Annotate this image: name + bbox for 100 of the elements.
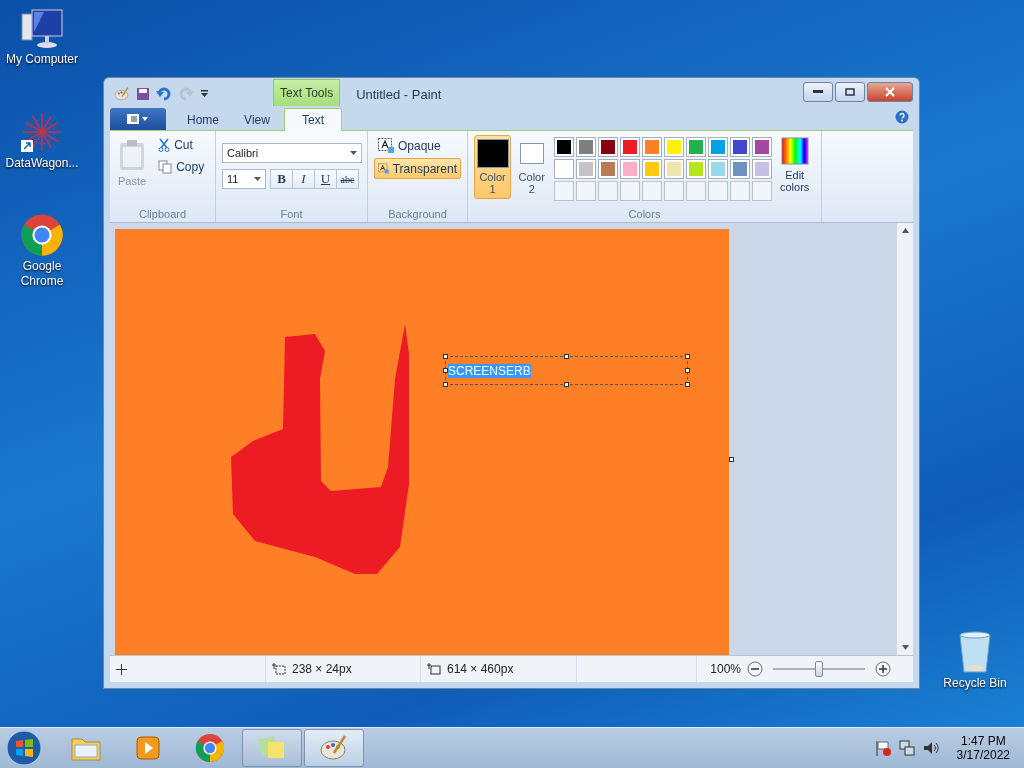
- clipboard-icon: [118, 139, 147, 171]
- zoom-level: 100%: [710, 662, 741, 676]
- resize-handle[interactable]: [729, 457, 734, 462]
- resize-handle[interactable]: [443, 354, 448, 359]
- notes-icon: [257, 735, 287, 761]
- font-size-dropdown[interactable]: 11: [222, 169, 266, 189]
- recycle-bin-icon: [957, 630, 993, 674]
- edit-colors-button[interactable]: Edit colors: [774, 135, 815, 208]
- contextual-tab-label: Text Tools: [273, 79, 341, 106]
- cut-button[interactable]: Cut: [154, 135, 209, 155]
- group-label: Colors: [628, 208, 661, 220]
- taskbar-app-button[interactable]: [242, 729, 302, 767]
- caret-icon: [350, 151, 357, 155]
- active-color-button[interactable]: Color 2: [513, 135, 551, 199]
- group-label: Font: [280, 208, 303, 220]
- clock-time[interactable]: 1:47 PM: [960, 734, 1006, 748]
- computer-icon: [20, 8, 64, 50]
- start-button[interactable]: [4, 728, 44, 768]
- clock-date[interactable]: 3/17/2022: [956, 748, 1010, 762]
- ribbon-tab[interactable]: View: [232, 108, 282, 131]
- palette-swatch[interactable]: [554, 137, 575, 157]
- palette-swatch[interactable]: [708, 159, 729, 179]
- minimize-icon: [813, 90, 823, 94]
- window-title: Untitled - Paint: [356, 86, 442, 102]
- strike-button[interactable]: abc: [336, 169, 359, 189]
- palette-swatch[interactable]: [664, 137, 685, 157]
- zoom-slider-thumb[interactable]: [815, 661, 823, 677]
- flag-icon[interactable]: [874, 740, 891, 756]
- help-icon[interactable]: [895, 110, 909, 124]
- italic-button[interactable]: I: [292, 169, 315, 189]
- chrome-icon: [195, 733, 225, 763]
- taskbar-app-button[interactable]: [304, 729, 364, 767]
- selection-size: 238 × 24px: [292, 662, 352, 676]
- font-family-dropdown[interactable]: Calibri: [222, 143, 362, 163]
- chrome-icon: [20, 213, 64, 257]
- palette-swatch[interactable]: [598, 137, 619, 157]
- palette-swatch[interactable]: [642, 137, 663, 157]
- palette-swatch[interactable]: [620, 137, 641, 157]
- desktop-icon-label[interactable]: Recycle Bin: [943, 676, 1007, 691]
- color-spectrum-icon: [780, 137, 809, 165]
- palette-swatch[interactable]: [576, 137, 597, 157]
- background-option[interactable]: Opaque: [374, 135, 461, 156]
- resize-handle[interactable]: [443, 368, 448, 373]
- scroll-down-icon[interactable]: [901, 645, 909, 650]
- palette-swatch[interactable]: [708, 137, 729, 157]
- ribbon-tab[interactable]: Home: [176, 108, 230, 131]
- resize-handle[interactable]: [443, 382, 448, 387]
- app-menu-button[interactable]: [110, 108, 166, 130]
- canvas-size-icon: [427, 663, 441, 675]
- underline-button[interactable]: U: [314, 169, 337, 189]
- palette-swatch[interactable]: [752, 159, 773, 179]
- volume-icon[interactable]: [922, 740, 939, 756]
- canvas-size: 614 × 460px: [447, 662, 514, 676]
- palette-swatch[interactable]: [752, 137, 773, 157]
- starburst-icon: [20, 110, 64, 154]
- palette-swatch[interactable]: [554, 159, 575, 179]
- caret-icon: [254, 177, 261, 181]
- text-background-icon: [378, 161, 389, 176]
- close-button[interactable]: [867, 82, 913, 102]
- palette-swatch[interactable]: [620, 159, 641, 179]
- resize-handle[interactable]: [685, 368, 690, 373]
- palette-icon: [114, 86, 130, 102]
- palette-swatch[interactable]: [730, 137, 751, 157]
- bold-button[interactable]: B: [270, 169, 293, 189]
- copy-icon: [158, 160, 173, 174]
- ribbon-tab[interactable]: Text: [284, 108, 342, 131]
- group-label: Clipboard: [138, 208, 187, 220]
- save-icon[interactable]: [136, 87, 150, 101]
- scissors-icon: [158, 138, 171, 152]
- desktop-icon-label[interactable]: My Computer: [6, 52, 78, 67]
- zoom-in-icon[interactable]: [875, 661, 891, 677]
- minimize-button[interactable]: [803, 82, 833, 102]
- text-background-icon: [378, 138, 394, 153]
- network-icon[interactable]: [898, 740, 915, 756]
- zoom-out-icon[interactable]: [747, 661, 763, 677]
- palette-swatch[interactable]: [598, 159, 619, 179]
- maximize-icon: [845, 88, 855, 96]
- palette-swatch[interactable]: [686, 137, 707, 157]
- resize-handle[interactable]: [564, 382, 569, 387]
- vertical-scrollbar[interactable]: [896, 223, 913, 655]
- palette-swatch[interactable]: [576, 159, 597, 179]
- maximize-button[interactable]: [835, 82, 865, 102]
- resize-handle[interactable]: [564, 354, 569, 359]
- scroll-up-icon[interactable]: [901, 228, 909, 233]
- dropdown-icon[interactable]: [200, 90, 209, 98]
- palette-swatch[interactable]: [686, 159, 707, 179]
- resize-handle[interactable]: [685, 382, 690, 387]
- palette-swatch[interactable]: [642, 159, 663, 179]
- palette-swatch[interactable]: [664, 159, 685, 179]
- palette-swatch[interactable]: [730, 159, 751, 179]
- menu-icon: [127, 114, 149, 124]
- undo-icon[interactable]: [156, 87, 172, 101]
- palette-icon: [319, 733, 349, 763]
- copy-button[interactable]: Copy: [154, 157, 209, 177]
- background-option[interactable]: Transparent: [374, 158, 461, 179]
- desktop-icon-label[interactable]: Google Chrome: [0, 259, 84, 289]
- resize-handle[interactable]: [685, 354, 690, 359]
- desktop-icon-label[interactable]: DataWagon...: [5, 156, 79, 171]
- group-label: Background: [388, 208, 447, 220]
- active-color-button[interactable]: Color 1: [474, 135, 512, 199]
